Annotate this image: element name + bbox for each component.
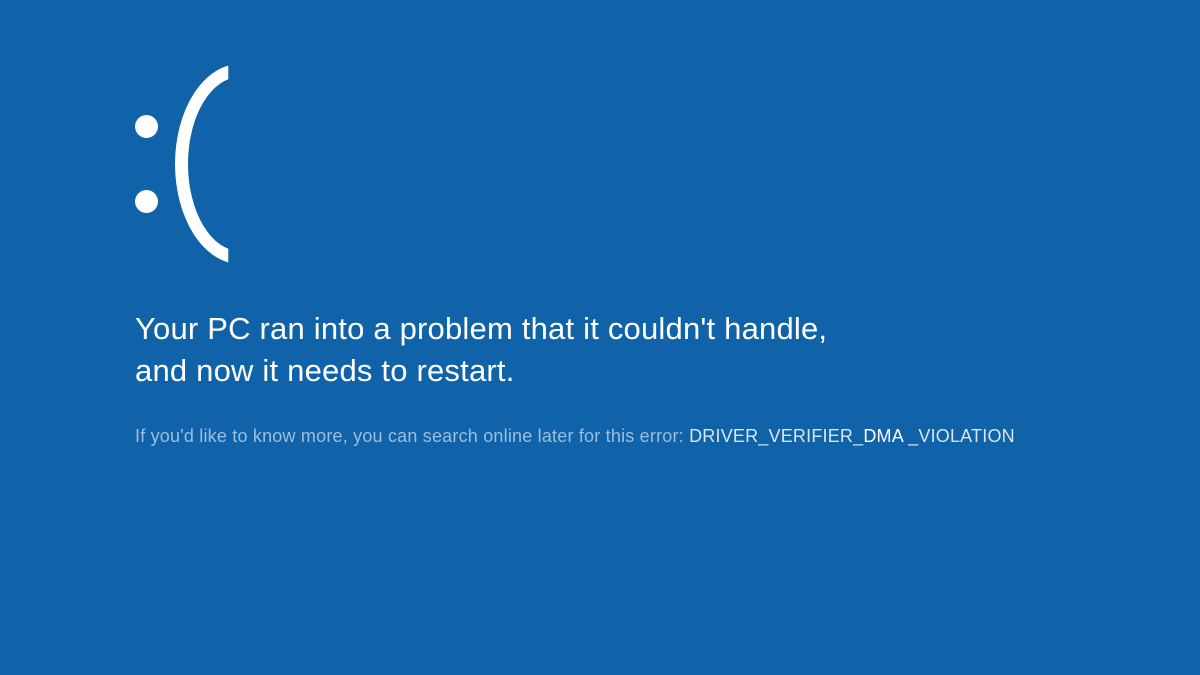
sad-face-icon (135, 70, 1200, 270)
error-message-line2: and now it needs to restart. (135, 350, 1035, 392)
error-code: DRIVER_VERIFIER_DMA _VIOLATION (689, 426, 1015, 446)
error-info-line: If you'd like to know more, you can sear… (135, 426, 1200, 447)
error-info-prefix: If you'd like to know more, you can sear… (135, 426, 689, 446)
error-message: Your PC ran into a problem that it could… (135, 308, 1035, 392)
error-message-line1: Your PC ran into a problem that it could… (135, 308, 1035, 350)
bsod-screen: Your PC ran into a problem that it could… (0, 0, 1200, 675)
